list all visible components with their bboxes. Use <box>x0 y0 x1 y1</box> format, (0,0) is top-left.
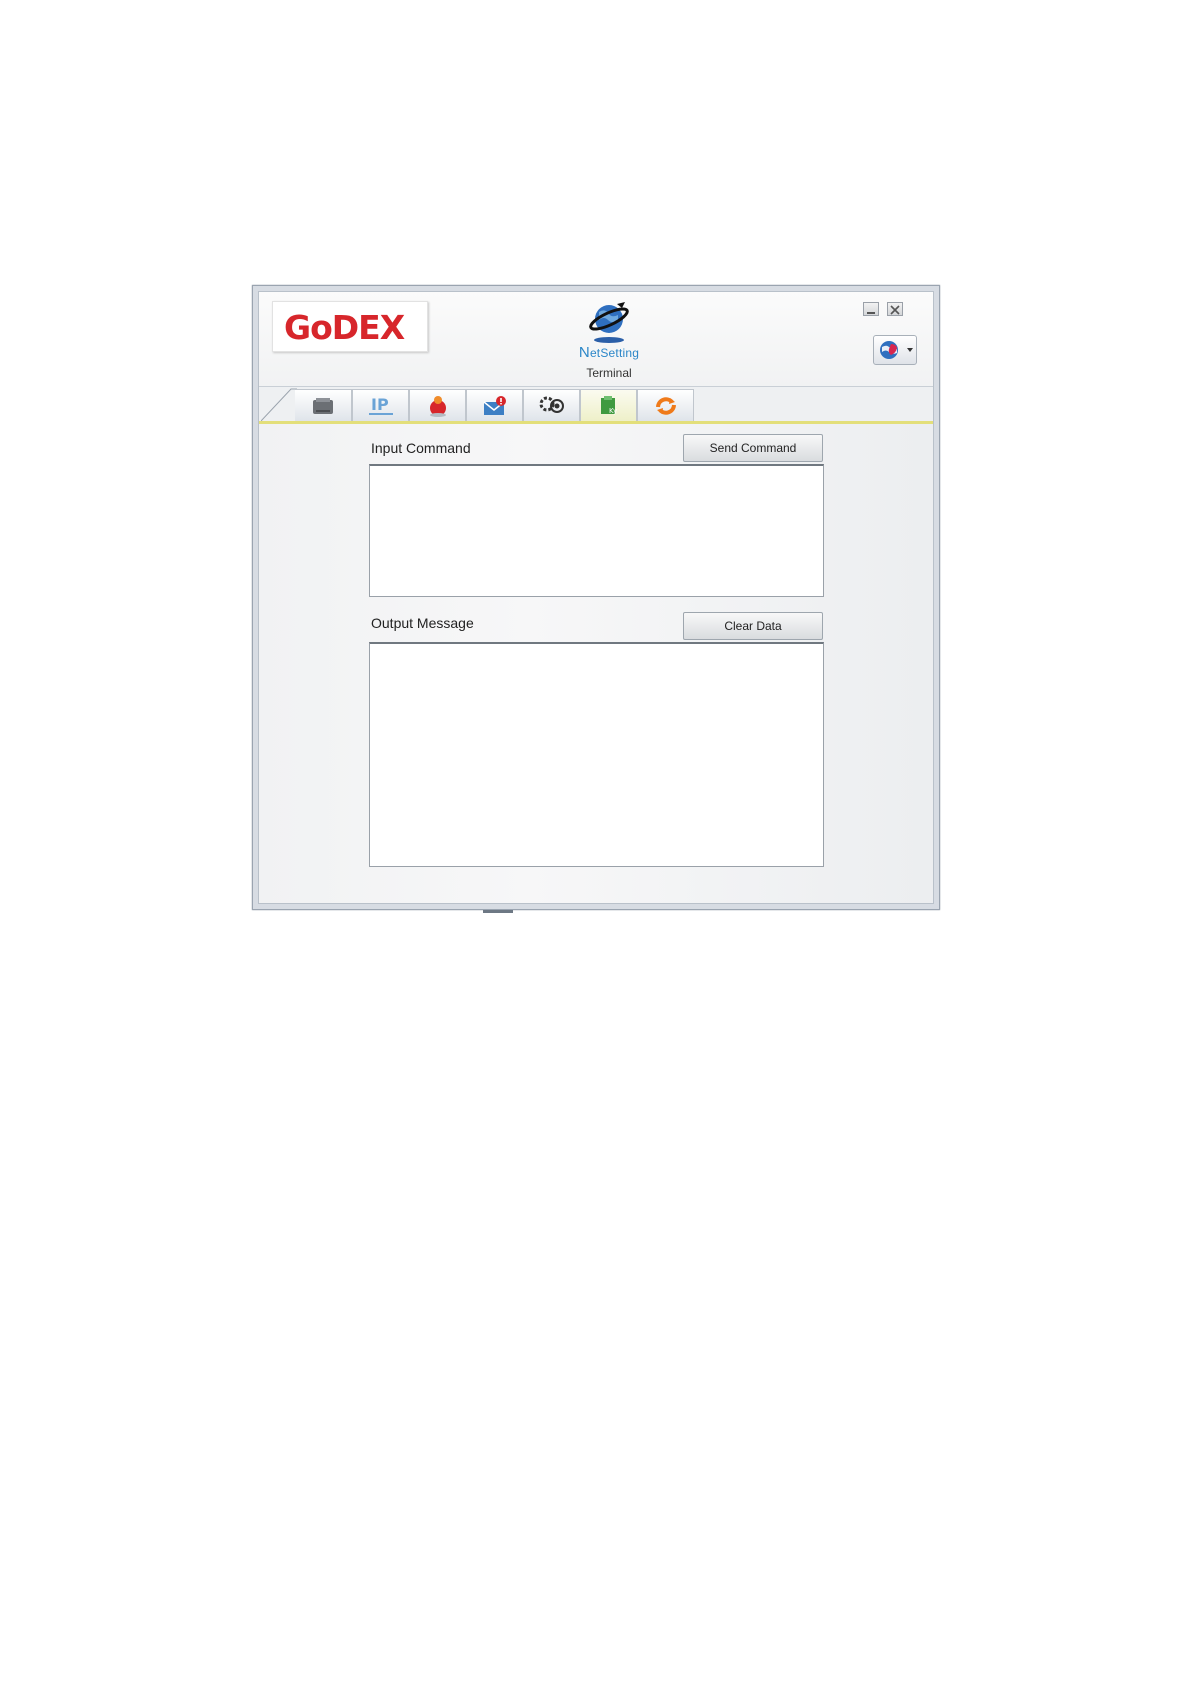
tab-mail-alert[interactable] <box>466 389 523 421</box>
output-message-label: Output Message <box>371 615 474 631</box>
resize-grip[interactable] <box>483 910 513 913</box>
clear-data-button[interactable]: Clear Data <box>683 612 823 640</box>
terminal-key-icon: Ky <box>600 395 617 415</box>
terminal-panel: Input Command Send Command Output Messag… <box>259 424 933 903</box>
alert-ball-icon <box>429 395 446 417</box>
svg-text:IP: IP <box>371 395 389 414</box>
close-icon <box>890 305 900 315</box>
input-command-label: Input Command <box>371 440 471 456</box>
tab-alert[interactable] <box>409 389 466 421</box>
header: GoDEX NetSetting Terminal <box>259 292 933 387</box>
tab-ip-network[interactable]: IP <box>352 389 409 421</box>
refresh-icon <box>655 396 676 415</box>
netsetting-window: GoDEX NetSetting Terminal IP Ky Input Co… <box>252 285 940 913</box>
app-name: NetSetting <box>578 344 640 361</box>
app-brand: NetSetting Terminal <box>567 300 651 380</box>
tab-printer[interactable] <box>295 389 352 421</box>
page-title: Terminal <box>586 366 632 380</box>
output-message-field[interactable] <box>369 642 824 867</box>
language-globe-icon <box>880 341 913 359</box>
tab-terminal[interactable]: Ky <box>580 389 637 421</box>
minimize-icon <box>867 312 875 314</box>
input-command-field[interactable] <box>369 464 824 597</box>
window-body: GoDEX NetSetting Terminal IP Ky Input Co… <box>258 291 934 904</box>
svg-text:Ky: Ky <box>609 407 617 415</box>
netsetting-globe-icon <box>589 302 629 343</box>
close-button[interactable] <box>887 302 903 316</box>
minimize-button[interactable] <box>863 302 879 316</box>
mail-alert-icon <box>483 395 506 415</box>
settings-gears-icon <box>539 396 564 413</box>
tab-settings[interactable] <box>523 389 580 421</box>
tab-bar: IP Ky <box>259 387 933 424</box>
svg-text:GoDEX: GoDEX <box>284 309 405 345</box>
ip-network-icon: IP <box>368 395 393 415</box>
tab-refresh[interactable] <box>637 389 694 421</box>
language-button[interactable] <box>873 335 917 365</box>
printer-icon <box>313 397 333 414</box>
godex-logo: GoDEX <box>272 301 428 352</box>
godex-logo-image: GoDEX <box>284 309 406 345</box>
tab-bar-edge <box>261 388 297 421</box>
send-command-button[interactable]: Send Command <box>683 434 823 462</box>
